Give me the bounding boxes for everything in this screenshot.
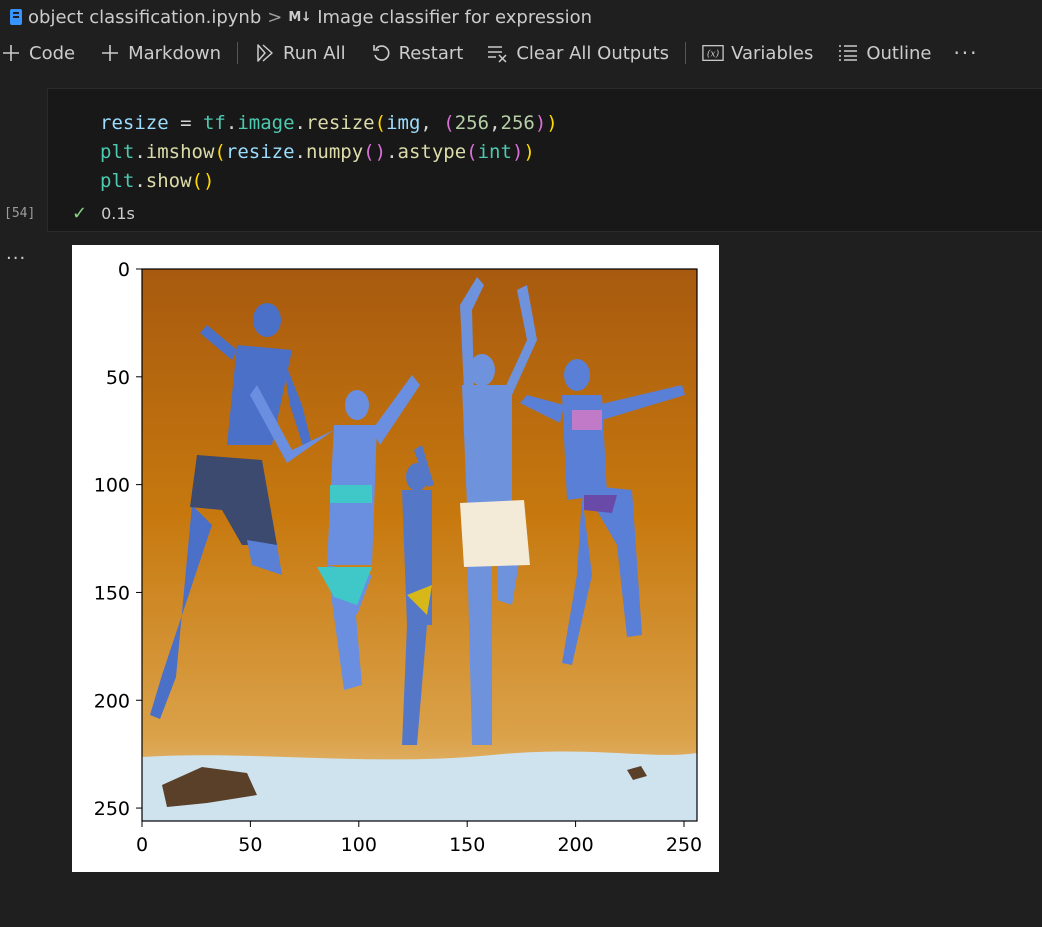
variables-button[interactable]: (x) Variables	[690, 35, 825, 71]
clear-all-outputs-button[interactable]: Clear All Outputs	[475, 35, 681, 71]
outline-button[interactable]: Outline	[825, 35, 943, 71]
breadcrumb-separator: >	[267, 6, 283, 28]
variables-label: Variables	[731, 42, 814, 64]
outline-icon	[837, 42, 859, 64]
restart-button[interactable]: Restart	[358, 35, 476, 71]
clear-all-outputs-label: Clear All Outputs	[516, 42, 670, 64]
y-tick-label: 150	[94, 582, 130, 604]
plus-icon	[0, 42, 22, 64]
image-content	[142, 269, 697, 821]
code-label: Code	[29, 42, 76, 64]
x-tick-label: 150	[449, 834, 485, 856]
code-cell[interactable]: resize = tf.image.resize(img, (256,256))…	[47, 88, 1042, 232]
restart-label: Restart	[398, 42, 464, 64]
x-tick-label: 50	[238, 834, 262, 856]
execution-count: [54]	[4, 206, 36, 221]
notebook-toolbar: Code Markdown Run All Restart Clear All …	[0, 34, 1042, 72]
add-code-cell-button[interactable]: Code	[0, 35, 87, 71]
run-all-button[interactable]: Run All	[242, 35, 358, 71]
check-icon: ✓	[72, 203, 88, 224]
y-tick-label: 200	[94, 690, 130, 712]
more-actions-icon[interactable]: ···	[943, 41, 988, 65]
toolbar-divider	[237, 42, 239, 64]
svg-text:(x): (x)	[707, 49, 720, 60]
imshow-figure: 0 50 100 150 200 250 0 50 100 150 200 250	[94, 259, 702, 856]
x-tick-label: 0	[136, 834, 148, 856]
run-all-label: Run All	[283, 42, 346, 64]
variables-icon: (x)	[702, 42, 724, 64]
y-tick-label: 50	[106, 367, 130, 389]
execution-time: 0.1s	[101, 204, 135, 223]
x-tick-label: 250	[666, 834, 702, 856]
markdown-heading-icon: M↓	[288, 9, 312, 25]
markdown-label: Markdown	[128, 42, 222, 64]
y-tick-label: 0	[118, 259, 130, 281]
run-all-icon	[254, 42, 276, 64]
x-axis: 0 50 100 150 200 250	[136, 821, 702, 856]
y-tick-label: 100	[94, 475, 130, 497]
y-tick-label: 250	[94, 798, 130, 820]
y-axis: 0 50 100 150 200 250	[94, 259, 142, 820]
x-tick-label: 100	[341, 834, 377, 856]
code-editor[interactable]: resize = tf.image.resize(img, (256,256))…	[100, 109, 558, 196]
clear-all-icon	[487, 42, 509, 64]
execution-status: ✓ 0.1s	[72, 203, 135, 224]
add-markdown-cell-button[interactable]: Markdown	[87, 35, 233, 71]
notebook-icon	[10, 9, 22, 25]
restart-icon	[370, 42, 392, 64]
outline-label: Outline	[866, 42, 932, 64]
x-tick-label: 200	[557, 834, 593, 856]
breadcrumb: object classification.ipynb > M↓ Image c…	[0, 0, 1042, 34]
breadcrumb-heading[interactable]: Image classifier for expression	[317, 7, 592, 28]
plus-icon	[99, 42, 121, 64]
toolbar-divider	[685, 42, 687, 64]
output-plot: 0 50 100 150 200 250 0 50 100 150 200 250	[72, 245, 719, 872]
breadcrumb-file[interactable]: object classification.ipynb	[28, 7, 261, 28]
output-more-icon[interactable]: ···	[6, 248, 26, 269]
